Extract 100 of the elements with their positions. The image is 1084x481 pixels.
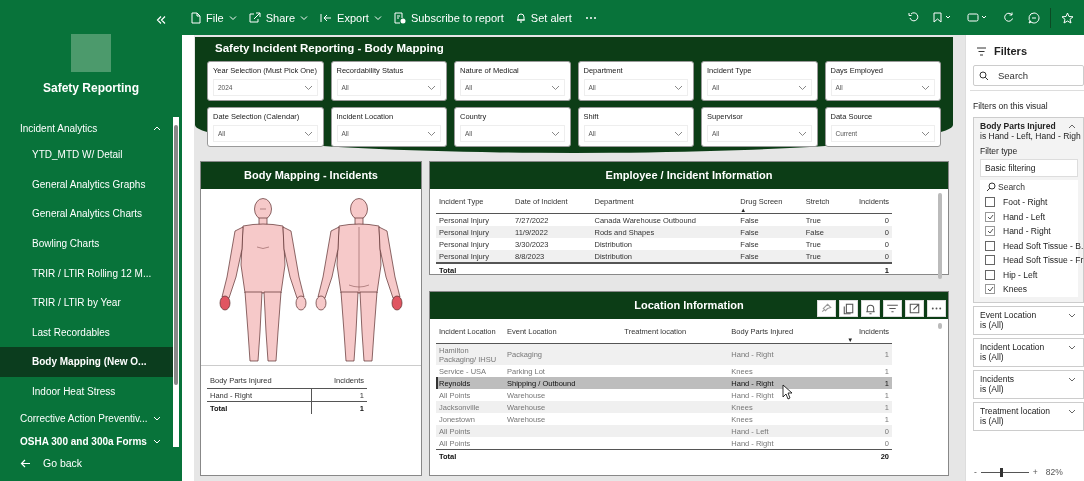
filter-card[interactable]: Incident Location is (All): [973, 338, 1084, 367]
export-icon: [320, 12, 333, 23]
report-title: Safety Incident Reporting - Body Mapping: [214, 41, 445, 56]
logo-placeholder: [71, 34, 111, 72]
checkbox[interactable]: [985, 197, 995, 207]
chevron-down-icon: [427, 84, 436, 91]
scrollbar[interactable]: [173, 117, 179, 447]
chevron-down-icon: [921, 84, 930, 91]
toolbar-button[interactable]: File: [188, 9, 240, 26]
checkbox[interactable]: [985, 226, 995, 236]
nav-section[interactable]: Incident Analytics: [0, 117, 173, 141]
arrow-left-icon: [20, 458, 31, 468]
filter-type-dropdown[interactable]: Basic filtering: [980, 159, 1078, 177]
chevron-down-icon: [550, 84, 560, 91]
filter-title: Incidents: [980, 374, 1015, 384]
checkbox[interactable]: [985, 255, 995, 265]
chevron-down-icon: [797, 84, 807, 91]
chevron-icon[interactable]: [1068, 344, 1076, 350]
filter-summary: is (All): [980, 320, 1005, 330]
bell-icon: [515, 12, 526, 23]
chevron-down-icon: [303, 84, 313, 91]
filter-title: Body Parts Injured: [980, 121, 1056, 131]
nav-item[interactable]: Body Mapping (New O...: [0, 347, 173, 377]
nav-item[interactable]: YTD_MTD W/ Detail: [0, 140, 173, 170]
zoom-in-button[interactable]: +: [1032, 467, 1038, 477]
chevron-down-icon: [373, 14, 382, 21]
scrollbar[interactable]: [938, 193, 942, 279]
go-back-link[interactable]: Go back: [0, 453, 182, 481]
bookmark-icon[interactable]: [933, 12, 953, 23]
nav-item[interactable]: TRIR / LTIR by Year: [0, 288, 173, 318]
filter-summary: is (All): [980, 352, 1005, 362]
nav-item[interactable]: General Analytics Charts: [0, 199, 173, 229]
nav-item[interactable]: TRIR / LTIR Rolling 12 M...: [0, 258, 173, 289]
filter-card[interactable]: Event Location is (All): [973, 306, 1084, 335]
comment-icon[interactable]: [1028, 11, 1040, 24]
collapse-icon[interactable]: [156, 16, 166, 24]
document-icon: [191, 11, 201, 24]
filter-summary: is (All): [980, 416, 1005, 426]
toolbar-button[interactable]: Export: [317, 9, 385, 26]
chevron-icon[interactable]: [1068, 376, 1076, 382]
checkbox[interactable]: [985, 284, 995, 294]
chevron-down-icon: [674, 130, 683, 137]
chevron-down-icon: [797, 130, 807, 137]
chevron-down-icon: [303, 130, 313, 137]
filter-summary: is (All): [980, 384, 1005, 394]
chevron-icon[interactable]: [1068, 408, 1076, 414]
filter-card[interactable]: Body Parts Injured is Hand - Left, Hand - Righ Filter type Basic filtering Search Foot - Right Hand - Left Hand - Right Head Soft Tissue - B. Head Soft Tissue - Fr Hip - Left Knees: [973, 117, 1084, 303]
bell-icon[interactable]: [861, 300, 880, 317]
filter-icon[interactable]: [883, 300, 902, 317]
chevron-down-icon: [427, 130, 436, 137]
chevron-down-icon: [550, 130, 560, 137]
nav-item[interactable]: Bowling Charts: [0, 229, 173, 259]
filter-title: Event Location: [980, 310, 1037, 320]
reset-icon[interactable]: [908, 12, 919, 23]
option-label: Hand - Left: [1003, 211, 1046, 222]
option-label: Knees: [1003, 284, 1028, 294]
share-icon: [248, 12, 261, 23]
nav-item[interactable]: General Analytics Graphs: [0, 169, 173, 200]
nav-item[interactable]: Indoor Heat Stress: [0, 376, 173, 407]
scrollbar[interactable]: [938, 323, 942, 329]
option-label: Hip - Left: [1003, 269, 1038, 280]
toolbar-button[interactable]: Share: [245, 9, 312, 26]
toolbar-button[interactable]: Set alert: [512, 9, 575, 26]
chevron-down-icon: [300, 14, 309, 21]
filter-card[interactable]: Treatment location is (All): [973, 402, 1084, 431]
star-icon[interactable]: [1061, 11, 1074, 24]
chevron-down-icon: [921, 130, 930, 137]
pane-title: Filters: [994, 45, 1027, 57]
search-field[interactable]: Search: [980, 180, 1078, 194]
copy-icon[interactable]: [839, 300, 858, 317]
visual-title: Employee / Incident Information: [430, 162, 948, 189]
focus-mode-icon[interactable]: [905, 300, 924, 317]
subscribe-icon: [393, 11, 406, 24]
cursor-icon: [782, 384, 793, 400]
refresh-icon[interactable]: [1003, 12, 1014, 23]
checkbox[interactable]: [985, 240, 995, 251]
nav-item[interactable]: Last Recordables: [0, 317, 173, 348]
chevron-icon[interactable]: [1068, 312, 1076, 318]
option-label: Hand - Right: [1003, 226, 1051, 236]
pin-icon[interactable]: [817, 300, 836, 317]
nav-section[interactable]: OSHA 300 and 300a Forms: [0, 429, 173, 453]
field-label: Filter type: [980, 146, 1019, 156]
chevron-down-icon: [228, 14, 237, 21]
filter-card[interactable]: Incidents is (All): [973, 370, 1084, 399]
search-field[interactable]: Search: [973, 65, 1084, 86]
chevron-icon[interactable]: [1068, 123, 1076, 129]
nav-section[interactable]: Corrective Action Preventiv...: [0, 406, 173, 430]
zoom-out-button[interactable]: -: [974, 467, 977, 477]
filter-title: Treatment location: [980, 406, 1051, 416]
option-label: Foot - Right: [1003, 197, 1048, 207]
option-label: Head Soft Tissue - B.: [1003, 240, 1084, 251]
visual-title: Body Mapping - Incidents: [201, 162, 421, 189]
toolbar-button[interactable]: Subscribe to report: [390, 9, 507, 26]
more-icon[interactable]: [584, 15, 597, 20]
app-title: Safety Reporting: [42, 81, 140, 95]
slider-thumb[interactable]: [1000, 467, 1004, 477]
checkbox[interactable]: [985, 211, 995, 222]
view-icon[interactable]: [967, 12, 989, 23]
option-label: Head Soft Tissue - Fr: [1003, 255, 1084, 265]
checkbox[interactable]: [985, 269, 995, 280]
